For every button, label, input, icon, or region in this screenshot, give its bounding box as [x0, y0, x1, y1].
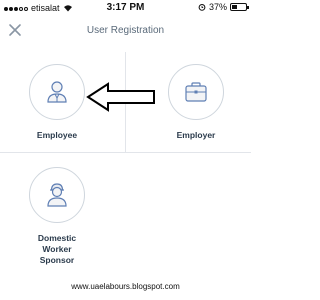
grid-divider-horizontal	[0, 152, 251, 153]
domestic-icon-circle[interactable]	[29, 167, 85, 223]
person-icon	[47, 183, 67, 207]
option-domestic-worker-sponsor[interactable]: Domestic Worker Sponsor	[25, 167, 89, 266]
footer-url: www.uaelabours.blogspot.com	[71, 282, 180, 291]
person-icon	[47, 81, 67, 103]
battery-icon	[230, 3, 249, 11]
domestic-label-text: Domestic Worker Sponsor	[37, 233, 77, 265]
employer-icon-circle[interactable]	[168, 64, 224, 120]
header: User Registration	[0, 16, 251, 46]
left-arrow-icon	[86, 82, 155, 112]
option-employee[interactable]: Employee	[25, 64, 89, 141]
status-right: 37%	[198, 2, 249, 12]
registration-options: Employee Employer Domestic Worker Sponso…	[0, 52, 251, 266]
option-label-employee: Employee	[36, 130, 78, 140]
alarm-icon	[198, 4, 206, 11]
employee-icon-circle[interactable]	[29, 64, 85, 120]
page-title: User Registration	[86, 25, 165, 36]
status-bar: etisalat 3:17 PM 37%	[0, 0, 251, 16]
option-label-domestic: Domestic Worker Sponsor	[25, 233, 89, 266]
option-employer[interactable]: Employer	[164, 64, 228, 141]
briefcase-icon	[185, 82, 207, 102]
option-label-employer: Employer	[176, 130, 216, 140]
battery-percent: 37%	[208, 2, 227, 12]
